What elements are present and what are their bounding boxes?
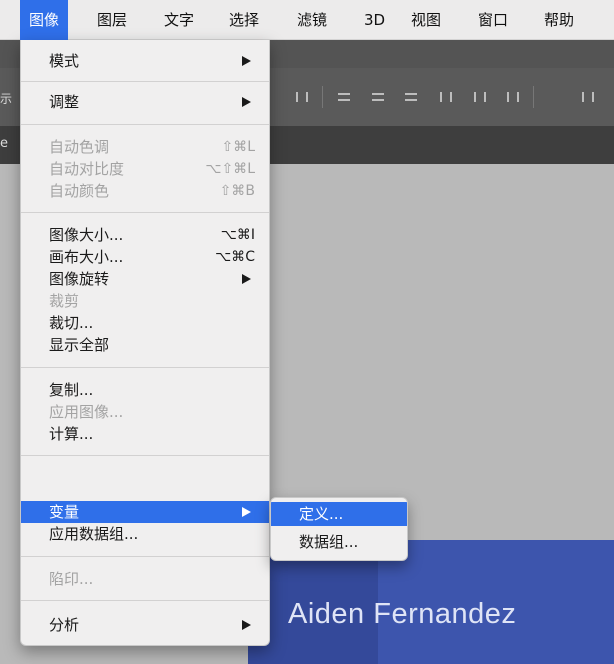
menu-item-reveal-all[interactable]: 显示全部 <box>21 334 269 356</box>
submenu-arrow-icon <box>242 620 251 630</box>
align-right-edges-icon[interactable] <box>296 92 308 102</box>
menu-item-label: 应用数据组... <box>49 525 139 543</box>
menu-item-image-size[interactable]: 图像大小... ⌥⌘I <box>21 224 269 246</box>
menu-separator <box>21 600 269 601</box>
image-menu-dropdown: 模式 调整 自动色调 ⇧⌘L 自动对比度 ⌥⇧⌘L 自动颜色 ⇧⌘B 图像大小.… <box>20 40 270 646</box>
menu-item-label: 裁剪 <box>49 292 80 310</box>
menu-select[interactable]: 选择 <box>220 0 268 40</box>
distribute-right-icon[interactable] <box>507 92 519 102</box>
menu-view[interactable]: 视图 <box>402 0 450 40</box>
menu-item-label: 裁切... <box>49 314 94 332</box>
menu-image[interactable]: 图像 <box>20 0 69 40</box>
menu-separator <box>21 455 269 456</box>
options-bar-edge-text: 示 <box>0 92 13 106</box>
submenu-arrow-icon <box>242 274 251 284</box>
menu-item-adjustments[interactable]: 调整 <box>21 91 269 113</box>
menu-item-variables[interactable]: 变量 <box>21 501 269 523</box>
menu-item-shortcut: ⌥⌘I <box>220 227 255 243</box>
document-tab-edge-text[interactable]: e <box>0 136 8 151</box>
menu-item-label: 图像旋转 <box>49 270 110 288</box>
menu-item-auto-tone[interactable]: 自动色调 ⇧⌘L <box>21 136 269 158</box>
menu-item-label: 复制... <box>49 381 94 399</box>
menu-item-label: 计算... <box>49 425 94 443</box>
distribute-left-icon[interactable] <box>440 92 452 102</box>
menu-3d[interactable]: 3D <box>355 0 394 40</box>
align-bottom-edges-icon[interactable] <box>405 93 417 101</box>
menu-item-trim[interactable]: 裁切... <box>21 312 269 334</box>
menu-item-label: 调整 <box>49 93 80 111</box>
submenu-arrow-icon <box>242 56 251 66</box>
menu-item-apply-data-set[interactable]: 应用数据组... <box>21 523 269 545</box>
menu-item-label: 图像大小... <box>49 226 124 244</box>
menu-item-trap[interactable]: 陷印... <box>21 568 269 590</box>
menu-help[interactable]: 帮助 <box>535 0 583 40</box>
menu-separator <box>21 212 269 213</box>
menu-item-shortcut: ⌥⇧⌘L <box>205 161 255 177</box>
distribute-center-icon[interactable] <box>474 92 486 102</box>
options-divider <box>533 86 534 108</box>
menu-item-label: 自动颜色 <box>49 182 110 200</box>
align-top-edges-icon[interactable] <box>338 93 350 101</box>
menu-item-duplicate[interactable]: 复制... <box>21 379 269 401</box>
menu-item-canvas-size[interactable]: 画布大小... ⌥⌘C <box>21 246 269 268</box>
menu-item-label: 画布大小... <box>49 248 124 266</box>
menu-item-shortcut: ⇧⌘L <box>221 139 255 155</box>
menu-item-crop[interactable]: 裁剪 <box>21 290 269 312</box>
menu-window[interactable]: 窗口 <box>469 0 517 40</box>
menu-item-label: 陷印... <box>49 570 94 588</box>
menu-separator <box>21 124 269 125</box>
menu-item-calculations[interactable]: 计算... <box>21 423 269 445</box>
submenu-item-label: 定义... <box>299 505 344 523</box>
menu-item-analysis[interactable]: 分析 <box>21 614 269 636</box>
menu-bar: 图像 图层 文字 选择 滤镜 3D 视图 窗口 帮助 <box>0 0 614 40</box>
submenu-item-define[interactable]: 定义... <box>271 502 407 526</box>
menu-item-label: 自动色调 <box>49 138 110 156</box>
menu-item-auto-contrast[interactable]: 自动对比度 ⌥⇧⌘L <box>21 158 269 180</box>
distribute-spacing-icon[interactable] <box>582 92 594 102</box>
menu-filter[interactable]: 滤镜 <box>288 0 336 40</box>
options-divider <box>322 86 323 108</box>
menu-item-label: 自动对比度 <box>49 160 125 178</box>
variables-submenu: 定义... 数据组... <box>270 497 408 561</box>
menu-separator <box>21 556 269 557</box>
submenu-arrow-icon <box>242 507 251 517</box>
menu-item-label: 模式 <box>49 52 80 70</box>
menu-item-auto-color[interactable]: 自动颜色 ⇧⌘B <box>21 180 269 202</box>
menu-item-shortcut: ⌥⌘C <box>215 249 255 265</box>
submenu-item-label: 数据组... <box>299 533 359 551</box>
submenu-item-data-sets[interactable]: 数据组... <box>271 530 407 554</box>
submenu-arrow-icon <box>242 97 251 107</box>
menu-item-apply-image[interactable]: 应用图像... <box>21 401 269 423</box>
menu-item-label: 变量 <box>49 503 80 521</box>
menu-separator <box>21 81 269 82</box>
menu-item-image-rotation[interactable]: 图像旋转 <box>21 268 269 290</box>
menu-item-label: 应用图像... <box>49 403 124 421</box>
align-vertical-centers-icon[interactable] <box>372 93 384 101</box>
menu-item-mode[interactable]: 模式 <box>21 50 269 72</box>
menu-type[interactable]: 文字 <box>155 0 203 40</box>
menu-item-label: 显示全部 <box>49 336 110 354</box>
menu-separator <box>21 367 269 368</box>
menu-item-label: 分析 <box>49 616 80 634</box>
banner-name-text: Aiden Fernandez <box>288 598 517 630</box>
menu-item-shortcut: ⇧⌘B <box>219 183 255 199</box>
menu-layer[interactable]: 图层 <box>88 0 136 40</box>
